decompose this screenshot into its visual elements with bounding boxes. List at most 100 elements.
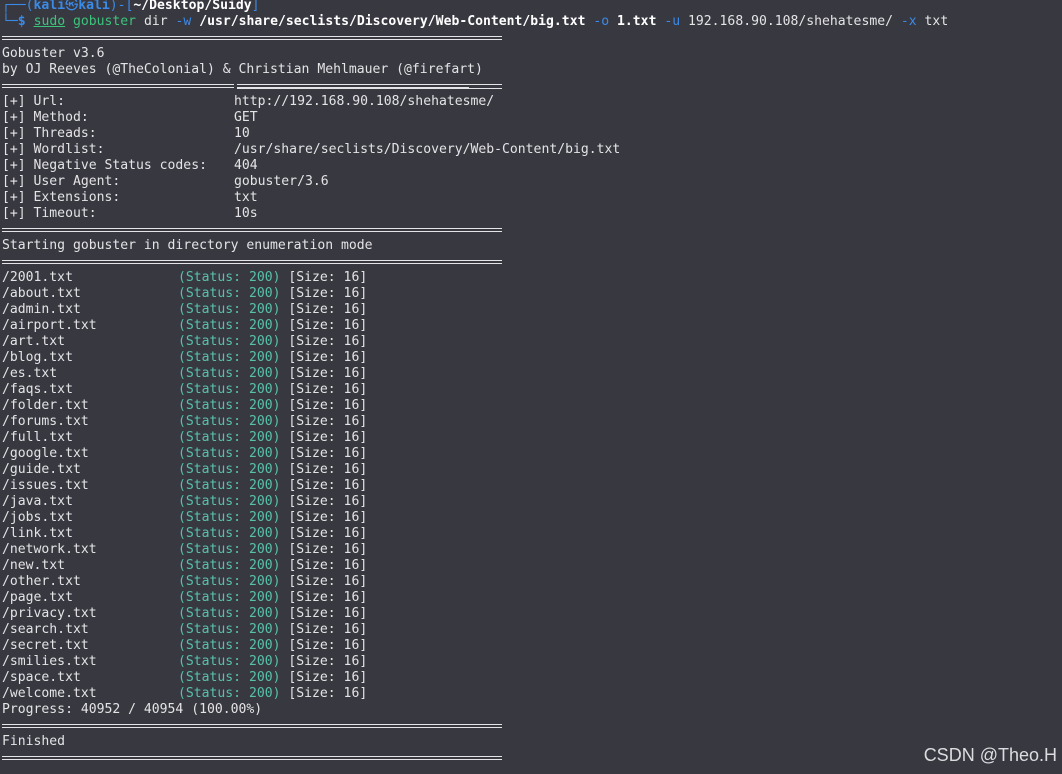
csdn-watermark: CSDN @Theo.H [923, 745, 1057, 765]
result-status: (Status: 200) [178, 526, 281, 541]
result-path: /airport.txt [2, 318, 97, 333]
result-row: /search.txt (Status: 200) [Size: 16] [2, 622, 1060, 638]
result-path: /2001.txt [2, 270, 73, 285]
result-size: [Size: 16] [288, 670, 368, 685]
result-path: /network.txt [2, 542, 97, 557]
command-line: └─$ sudo gobuster dir -w /usr/share/secl… [2, 14, 1060, 30]
cmd-flag-u: -u [664, 14, 681, 29]
config-value: http://192.168.90.108/shehatesme/ [234, 94, 495, 109]
result-path: /welcome.txt [2, 686, 97, 701]
result-size: [Size: 16] [288, 382, 368, 397]
result-path: /about.txt [2, 286, 81, 301]
config-row: [+] Url: http://192.168.90.108/shehatesme… [2, 94, 1060, 110]
prompt-bracket-mid: )-[ [109, 0, 134, 13]
separator-rule [2, 254, 1060, 270]
result-row: /admin.txt (Status: 200) [Size: 16] [2, 302, 1060, 318]
cmd-wordlist: /usr/share/seclists/Discovery/Web-Conten… [199, 14, 586, 29]
result-path: /blog.txt [2, 350, 73, 365]
result-status: (Status: 200) [178, 510, 281, 525]
result-path: /full.txt [2, 430, 73, 445]
result-size: [Size: 16] [288, 286, 368, 301]
result-status: (Status: 200) [178, 398, 281, 413]
result-status: (Status: 200) [178, 574, 281, 589]
result-path: /faqs.txt [2, 382, 73, 397]
result-status: (Status: 200) [178, 542, 281, 557]
result-status: (Status: 200) [178, 446, 281, 461]
result-row: /blog.txt (Status: 200) [Size: 16] [2, 350, 1060, 366]
result-path: /jobs.txt [2, 510, 73, 525]
separator-rule [2, 78, 1060, 94]
result-size: [Size: 16] [288, 414, 368, 429]
result-status: (Status: 200) [178, 430, 281, 445]
result-path: /privacy.txt [2, 606, 97, 621]
config-key: [+] Negative Status codes: [2, 158, 207, 173]
result-status: (Status: 200) [178, 686, 281, 701]
prompt-line-1: ┌──(kali㉿kali)-[~/Desktop/Suidy] [2, 0, 1060, 14]
separator-rule [2, 222, 1060, 238]
result-status: (Status: 200) [178, 478, 281, 493]
result-size: [Size: 16] [288, 494, 368, 509]
config-value: 404 [234, 158, 258, 173]
result-row: /other.txt (Status: 200) [Size: 16] [2, 574, 1060, 590]
result-row: /art.txt (Status: 200) [Size: 16] [2, 334, 1060, 350]
result-path: /forums.txt [2, 414, 89, 429]
result-status: (Status: 200) [178, 606, 281, 621]
result-size: [Size: 16] [288, 446, 368, 461]
result-row: /full.txt (Status: 200) [Size: 16] [2, 430, 1060, 446]
result-row: /2001.txt (Status: 200) [Size: 16] [2, 270, 1060, 286]
result-path: /es.txt [2, 366, 58, 381]
result-status: (Status: 200) [178, 382, 281, 397]
config-row: [+] Negative Status codes: 404 [2, 158, 1060, 174]
result-path: /issues.txt [2, 478, 89, 493]
result-size: [Size: 16] [288, 334, 368, 349]
config-row: [+] Timeout: 10s [2, 206, 1060, 222]
result-row: /es.txt (Status: 200) [Size: 16] [2, 366, 1060, 382]
result-size: [Size: 16] [288, 318, 368, 333]
start-message: Starting gobuster in directory enumerati… [2, 238, 373, 253]
prompt-corner-top: ┌──( [2, 0, 34, 13]
cmd-mode: dir [143, 14, 168, 29]
result-size: [Size: 16] [288, 574, 368, 589]
separator-rule [2, 30, 1060, 46]
result-status: (Status: 200) [178, 350, 281, 365]
result-path: /art.txt [2, 334, 66, 349]
result-size: [Size: 16] [288, 542, 368, 557]
config-key: [+] Method: [2, 110, 89, 125]
prompt-host: kali [78, 0, 110, 13]
result-row: /forums.txt (Status: 200) [Size: 16] [2, 414, 1060, 430]
result-row: /link.txt (Status: 200) [Size: 16] [2, 526, 1060, 542]
result-path: /other.txt [2, 574, 81, 589]
result-size: [Size: 16] [288, 350, 368, 365]
prompt-cwd: ~/Desktop/Suidy [133, 0, 252, 13]
result-size: [Size: 16] [288, 302, 368, 317]
result-status: (Status: 200) [178, 590, 281, 605]
prompt-at-glyph: ㉿ [65, 0, 79, 13]
result-row: /space.txt (Status: 200) [Size: 16] [2, 670, 1060, 686]
result-row: /secret.txt (Status: 200) [Size: 16] [2, 638, 1060, 654]
result-path: /new.txt [2, 558, 66, 573]
result-row: /guide.txt (Status: 200) [Size: 16] [2, 462, 1060, 478]
config-key: [+] Extensions: [2, 190, 121, 205]
result-size: [Size: 16] [288, 590, 368, 605]
result-size: [Size: 16] [288, 558, 368, 573]
result-status: (Status: 200) [178, 670, 281, 685]
config-row: [+] Threads: 10 [2, 126, 1060, 142]
result-size: [Size: 16] [288, 366, 368, 381]
result-status: (Status: 200) [178, 494, 281, 509]
terminal-output[interactable]: ┌──(kali㉿kali)-[~/Desktop/Suidy] └─$ sud… [2, 0, 1060, 766]
result-size: [Size: 16] [288, 654, 368, 669]
result-status: (Status: 200) [178, 318, 281, 333]
result-row: /smilies.txt (Status: 200) [Size: 16] [2, 654, 1060, 670]
result-size: [Size: 16] [288, 478, 368, 493]
config-row: [+] Wordlist: /usr/share/seclists/Discove… [2, 142, 1060, 158]
result-row: /issues.txt (Status: 200) [Size: 16] [2, 478, 1060, 494]
result-row: /airport.txt (Status: 200) [Size: 16] [2, 318, 1060, 334]
result-path: /page.txt [2, 590, 73, 605]
config-key: [+] Wordlist: [2, 142, 105, 157]
result-path: /guide.txt [2, 462, 81, 477]
cmd-program: gobuster [73, 14, 137, 29]
result-size: [Size: 16] [288, 638, 368, 653]
config-row: [+] Extensions: txt [2, 190, 1060, 206]
result-size: [Size: 16] [288, 526, 368, 541]
result-size: [Size: 16] [288, 622, 368, 637]
